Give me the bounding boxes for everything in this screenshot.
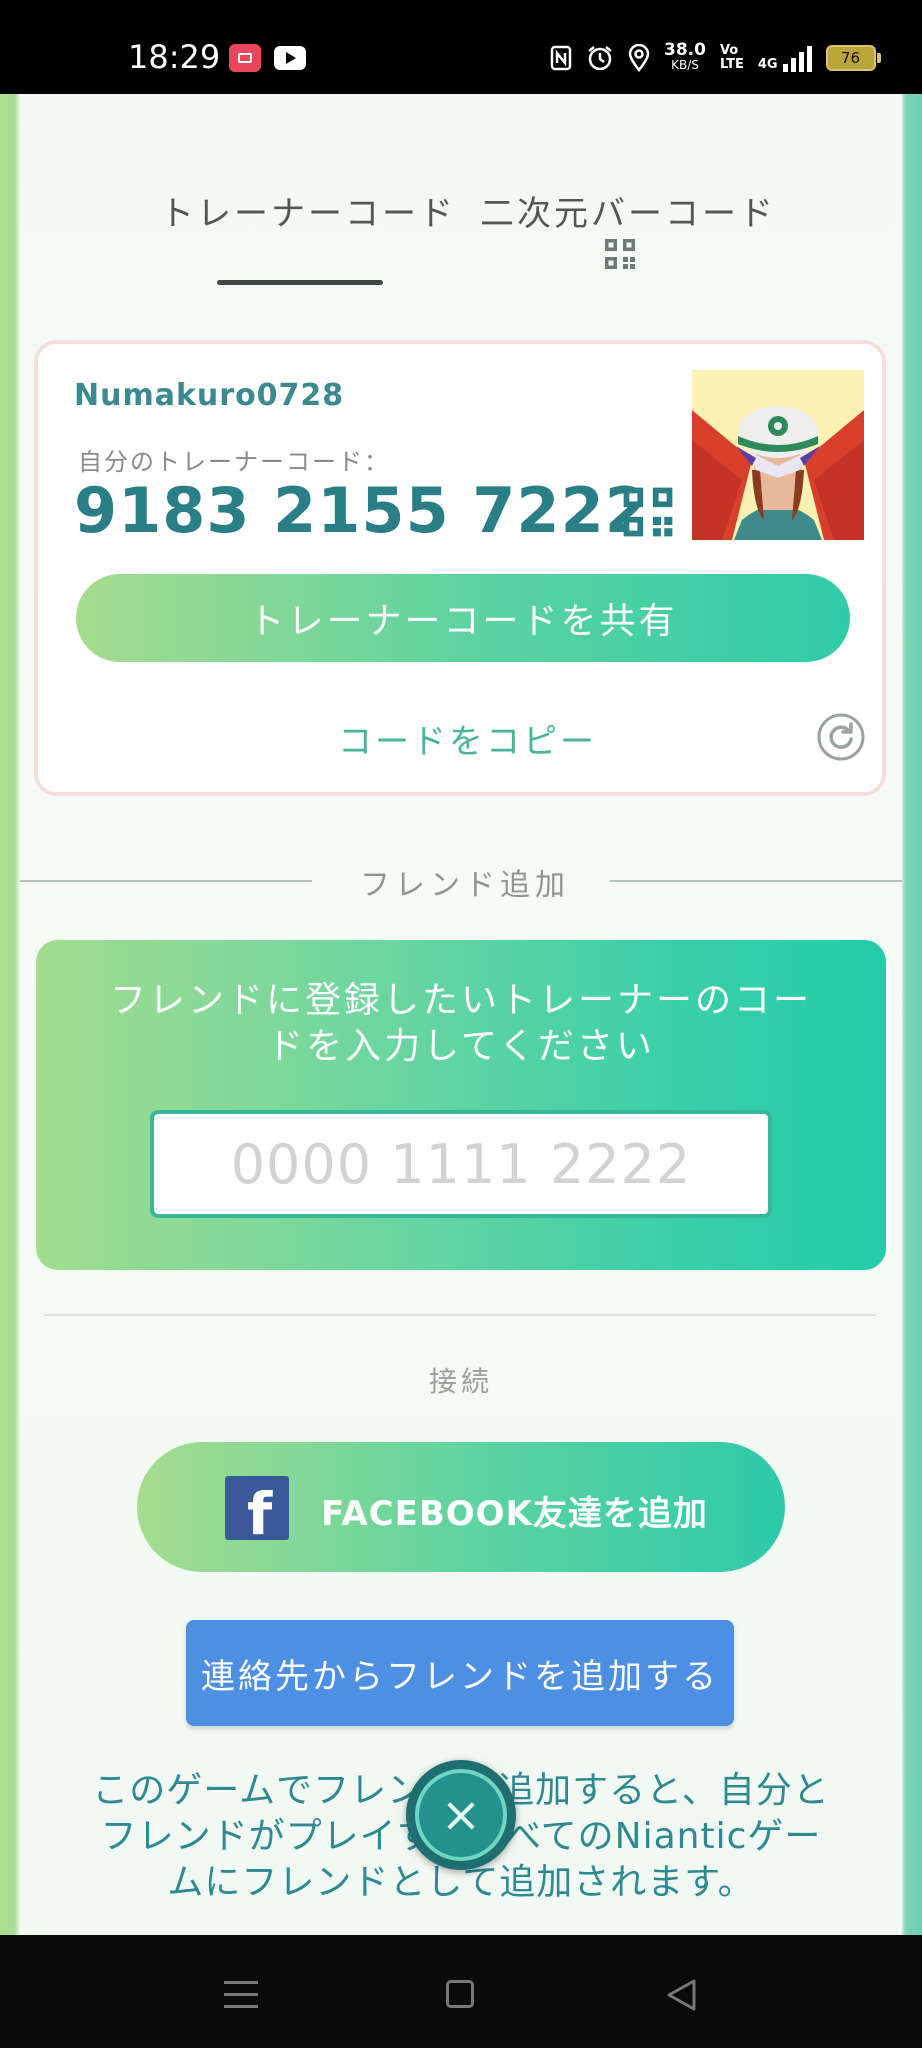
status-icons: 38.0 KB/S Vo LTE 4G 76 bbox=[550, 40, 881, 76]
battery-icon: 76 bbox=[825, 45, 881, 71]
divider-line-right bbox=[610, 880, 902, 882]
connect-heading: 接続 bbox=[428, 1365, 493, 1398]
divider-line-left bbox=[20, 880, 312, 882]
menu-icon[interactable] bbox=[224, 1981, 258, 2008]
close-button[interactable]: × bbox=[406, 1760, 516, 1870]
copy-code-link[interactable]: コードをコピー bbox=[338, 714, 597, 763]
system-navigation-bar bbox=[0, 1935, 922, 2048]
home-icon[interactable] bbox=[446, 1980, 474, 2008]
youtube-icon bbox=[274, 46, 306, 70]
location-icon bbox=[628, 44, 650, 72]
qr-code-icon[interactable] bbox=[622, 486, 674, 538]
share-trainer-code-button[interactable]: トレーナーコードを共有 bbox=[76, 574, 850, 662]
refresh-icon[interactable] bbox=[816, 712, 866, 762]
status-bar: 18:29 38.0 KB/S Vo LTE 4G 76 bbox=[0, 0, 922, 94]
alarm-icon bbox=[588, 46, 612, 71]
avatar bbox=[692, 370, 864, 540]
network-speed: 38.0 KB/S bbox=[664, 40, 706, 73]
facebook-icon: f bbox=[225, 1476, 289, 1548]
add-from-contacts-button[interactable]: 連絡先からフレンドを追加する bbox=[186, 1620, 734, 1726]
speed-value: 38.0 bbox=[664, 40, 706, 60]
speed-unit: KB/S bbox=[671, 58, 699, 72]
volte-indicator: Vo LTE bbox=[720, 44, 744, 72]
signal-icon: 4G bbox=[758, 44, 812, 72]
add-facebook-friends-button[interactable]: f FACEBOOK友達を追加 bbox=[137, 1442, 785, 1572]
avatar-image bbox=[692, 370, 864, 540]
tab-trainer-code[interactable]: トレーナーコード bbox=[160, 186, 456, 235]
facebook-logo-letter: f bbox=[247, 1480, 273, 1548]
trainer-code-card: Numakuro0728 自分のトレーナーコード： 9183 2155 7222 bbox=[34, 340, 886, 796]
volte-bottom: LTE bbox=[719, 57, 744, 72]
network-type: 4G bbox=[757, 57, 778, 72]
active-tab-indicator bbox=[217, 280, 383, 285]
close-icon: × bbox=[440, 1787, 482, 1843]
section-divider bbox=[44, 1314, 876, 1316]
friend-screen: トレーナーコード 二次元バーコード Numakuro0728 自分のトレーナーコ… bbox=[0, 94, 922, 1935]
status-time: 18:29 bbox=[128, 38, 221, 76]
friend-code-instruction: フレンドに登録したいトレーナーのコードを入力してください bbox=[109, 980, 812, 1067]
code-caption: 自分のトレーナーコード： bbox=[78, 448, 390, 476]
friend-add-heading: フレンド追加 bbox=[360, 868, 570, 903]
friend-add-divider: フレンド追加 bbox=[20, 860, 902, 903]
facebook-button-label: FACEBOOK友達を追加 bbox=[321, 1494, 708, 1534]
screen-record-icon bbox=[229, 44, 261, 72]
volte-top: Vo bbox=[719, 43, 739, 58]
friend-code-panel: フレンドに登録したいトレーナーのコードを入力してください bbox=[36, 940, 886, 1270]
tab-qr-code[interactable]: 二次元バーコード bbox=[480, 186, 776, 235]
back-icon[interactable] bbox=[664, 1978, 700, 2012]
nfc-icon bbox=[550, 45, 572, 71]
qr-code-icon[interactable] bbox=[604, 238, 636, 270]
friend-code-input[interactable] bbox=[150, 1110, 772, 1218]
trainer-code-number: 9183 2155 7222 bbox=[74, 474, 649, 547]
username: Numakuro0728 bbox=[74, 378, 345, 413]
